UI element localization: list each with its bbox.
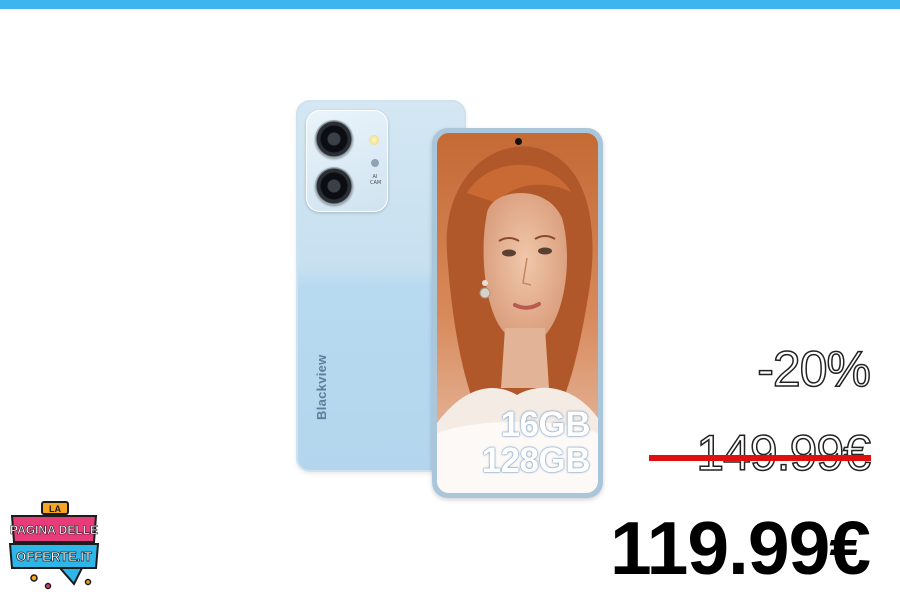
new-price: 119.99€ xyxy=(610,506,871,590)
phone-front-image: 16GB 128GB xyxy=(432,128,603,498)
main-camera-lens xyxy=(315,120,353,158)
camera-module: AI CAM xyxy=(306,110,388,212)
sensor-icon xyxy=(371,159,379,167)
logo-line3: OFFERTE.IT xyxy=(16,549,92,564)
brand-logo: Blackview xyxy=(314,354,329,420)
pagina-delle-offerte-logo: LA PAGINA DELLE OFFERTE.IT xyxy=(8,501,100,590)
logo-line2: PAGINA DELLE xyxy=(10,523,98,537)
logo-line1: LA xyxy=(49,504,61,514)
front-camera-notch xyxy=(514,138,522,145)
camera-badge: AI CAM xyxy=(370,174,382,186)
secondary-camera-lens xyxy=(315,167,353,205)
storage-label: 16GB 128GB xyxy=(481,405,591,480)
old-price: 149.99€ xyxy=(696,424,872,482)
storage-capacity-label: 128GB xyxy=(481,441,591,480)
flash-light xyxy=(369,135,379,145)
phone-screen: 16GB 128GB xyxy=(437,133,598,493)
discount-percentage: -20% xyxy=(757,340,872,398)
top-accent-bar xyxy=(0,0,900,9)
old-price-strikethrough xyxy=(649,455,871,461)
ram-label: 16GB xyxy=(500,405,591,444)
